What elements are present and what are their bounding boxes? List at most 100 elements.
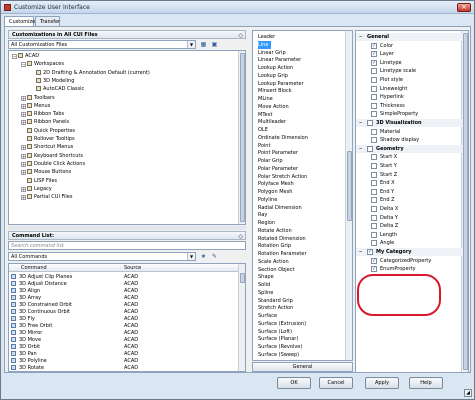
property-checkbox[interactable] (367, 120, 373, 126)
property-row[interactable]: End Z (356, 196, 462, 204)
tree-node[interactable]: 2D Drafting & Annotation Default (curren… (30, 69, 150, 77)
property-row[interactable]: ✓ Linetype (356, 59, 462, 67)
property-row[interactable]: Angle (356, 239, 462, 247)
tree-node[interactable]: 3D Modeling (30, 77, 74, 85)
property-checkbox[interactable] (367, 145, 373, 152)
property-checkbox[interactable] (371, 94, 377, 101)
properties-scroll-thumb[interactable] (463, 33, 468, 370)
property-checkbox[interactable] (371, 188, 377, 195)
tree-scroll-thumb[interactable] (240, 53, 245, 222)
property-row[interactable]: Start X (356, 153, 462, 161)
property-row[interactable]: Thickness (356, 102, 462, 110)
property-row[interactable]: Material (356, 128, 462, 136)
property-checkbox[interactable] (371, 163, 377, 169)
tree-node[interactable]: LISP Files (21, 177, 57, 185)
tree-node[interactable]: + Menus (21, 102, 50, 110)
property-checkbox[interactable]: ✓ (367, 249, 373, 255)
tree-node[interactable]: + Toolbars (21, 94, 55, 102)
column-command[interactable]: Command (21, 264, 47, 272)
property-checkbox[interactable]: ✓ (371, 59, 377, 66)
collapse-icon[interactable]: − (21, 62, 26, 68)
collapse-icon[interactable]: − (358, 35, 363, 40)
tree-node[interactable]: Rollover Tooltips (21, 136, 75, 143)
tree-node[interactable]: + Mouse Buttons (21, 169, 71, 176)
property-row[interactable]: End Y (356, 188, 462, 196)
property-category[interactable]: − General (356, 33, 462, 41)
tree-node[interactable]: AutoCAD Classic (30, 86, 84, 93)
collapse-icon[interactable]: − (358, 121, 363, 126)
chevron-down-icon[interactable]: ▼ (187, 41, 195, 48)
ok-button[interactable]: OK (277, 377, 311, 389)
title-bar[interactable]: Customize User Interface ✕ (1, 1, 474, 14)
property-row[interactable]: Lineweight (356, 85, 462, 93)
property-checkbox[interactable] (371, 171, 377, 178)
expand-icon[interactable]: + (21, 161, 26, 167)
property-checkbox[interactable] (371, 137, 377, 144)
column-source[interactable]: Source (124, 264, 141, 272)
expand-icon[interactable]: + (21, 153, 26, 159)
tree-node[interactable]: + Keyboard Shortcuts (21, 152, 83, 160)
tree-node[interactable]: + Double Click Actions (21, 160, 85, 168)
find-icon[interactable]: ✎ (210, 252, 219, 261)
property-category[interactable]: − ✓ My Category (356, 248, 462, 256)
property-row[interactable]: Delta X (356, 205, 462, 213)
property-row[interactable]: SimpleProperty (356, 110, 462, 118)
property-checkbox[interactable] (371, 85, 377, 92)
property-row[interactable]: End X (356, 179, 462, 187)
property-checkbox[interactable] (371, 102, 377, 109)
close-icon[interactable]: ✕ (457, 3, 471, 12)
expand-icon[interactable]: + (21, 95, 26, 101)
properties-scrollbar[interactable] (461, 31, 468, 372)
panel-splitter[interactable] (8, 226, 246, 230)
property-row[interactable]: ✓ EnumProperty (356, 265, 462, 273)
tree-node[interactable]: Quick Properties (21, 127, 75, 135)
property-checkbox[interactable] (371, 68, 377, 75)
property-row[interactable]: Hyperlink (356, 93, 462, 101)
command-row[interactable]: 3D Rotate ACAD (11, 364, 240, 371)
tree-node[interactable]: + Ribbon Tabs (21, 111, 64, 118)
tree-node[interactable]: − Workspaces (21, 61, 64, 68)
command-filter-combo[interactable]: All Commands ▼ (8, 252, 196, 261)
property-checkbox[interactable]: ✓ (371, 257, 377, 264)
help-button[interactable]: Help (409, 377, 443, 389)
tree-node[interactable]: + Partial CUI Files (21, 194, 73, 201)
resize-grip-icon[interactable]: ◢ (464, 389, 472, 397)
expand-icon[interactable]: + (21, 186, 26, 192)
expand-icon[interactable]: + (21, 120, 26, 126)
tree-node[interactable]: − ACAD (12, 53, 39, 60)
property-checkbox[interactable] (371, 206, 377, 212)
save-icon[interactable]: ▣ (210, 40, 219, 49)
chevron-down-icon[interactable]: ▼ (187, 253, 195, 260)
tree-node[interactable]: + Legacy (21, 185, 52, 193)
cui-file-combo[interactable]: All Customization Files ▼ (8, 40, 196, 49)
property-row[interactable]: Start Z (356, 171, 462, 179)
collapse-icon[interactable]: ◇ (238, 32, 243, 39)
property-checkbox[interactable] (371, 231, 377, 238)
property-checkbox[interactable] (371, 111, 377, 118)
tab-transfer[interactable]: Transfer (35, 16, 60, 26)
property-checkbox[interactable] (371, 197, 377, 204)
property-row[interactable]: Linetype scale (356, 67, 462, 75)
command-scroll-thumb[interactable] (240, 273, 245, 283)
expand-icon[interactable]: + (21, 145, 26, 151)
property-checkbox[interactable]: ✓ (371, 42, 377, 49)
apply-button[interactable]: Apply (365, 377, 399, 389)
property-row[interactable]: Plot style (356, 76, 462, 84)
collapse-icon[interactable]: − (358, 250, 363, 255)
property-row[interactable]: Delta Y (356, 214, 462, 222)
object-type-item[interactable]: Surface (Sweep) (258, 351, 299, 359)
tree-node[interactable]: + Ribbon Panels (21, 119, 69, 126)
property-checkbox[interactable] (371, 154, 377, 161)
command-search-input[interactable]: Search command list (8, 241, 246, 250)
property-row[interactable]: Shadow display (356, 136, 462, 144)
expand-icon[interactable]: + (21, 170, 26, 176)
property-checkbox[interactable] (371, 223, 377, 230)
collapse-icon[interactable]: − (358, 146, 363, 152)
tree-node[interactable]: + Shortcut Menus (21, 144, 73, 151)
property-row[interactable]: ✓ Color (356, 42, 462, 50)
property-category[interactable]: − 3D Visualization (356, 119, 462, 127)
property-checkbox[interactable] (371, 128, 377, 135)
new-command-icon[interactable]: ★ (199, 252, 208, 261)
property-row[interactable]: Start Y (356, 162, 462, 170)
property-row[interactable]: ✓ CategorizedProperty (356, 257, 462, 265)
